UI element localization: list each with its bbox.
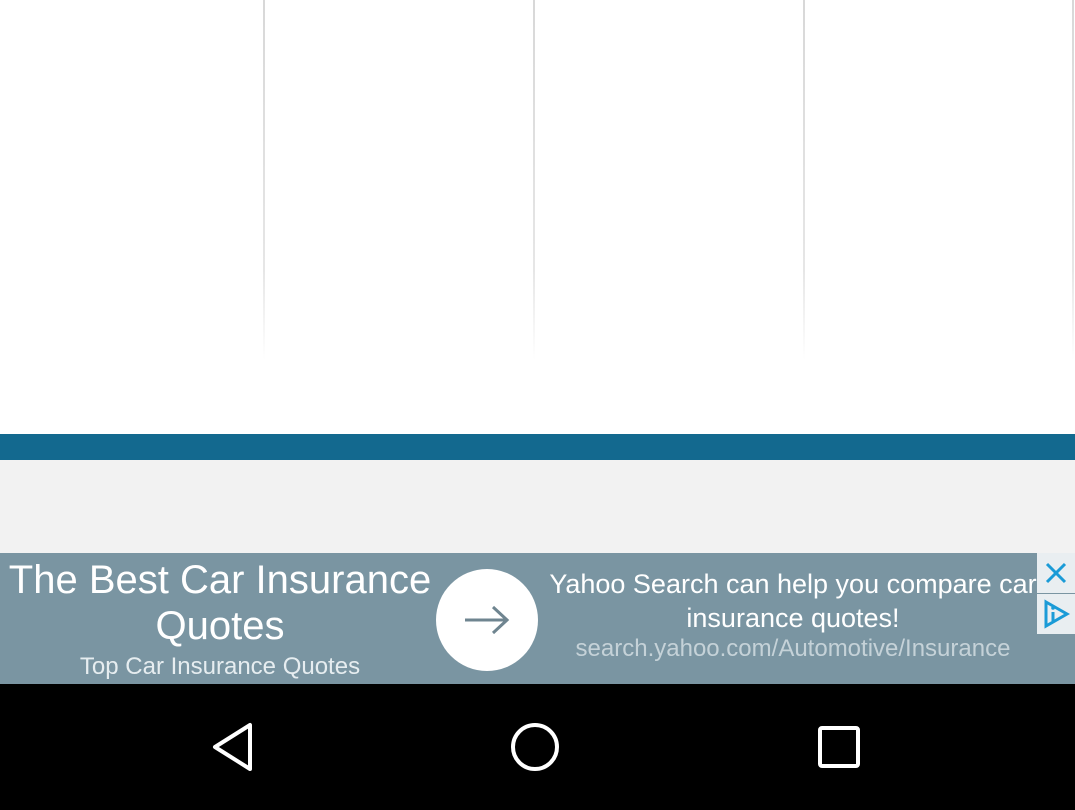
home-button[interactable] xyxy=(500,714,570,780)
adchoices-button[interactable] xyxy=(1037,594,1075,634)
column-divider xyxy=(1072,0,1074,360)
ad-description: Yahoo Search can help you compare car in… xyxy=(549,569,1037,633)
ad-close-button[interactable] xyxy=(1037,553,1075,593)
adchoices-icon xyxy=(1044,599,1070,629)
accent-bar xyxy=(0,434,1075,460)
ad-subtitle: Top Car Insurance Quotes xyxy=(79,653,361,680)
column-divider xyxy=(263,0,265,360)
ad-banner[interactable]: The Best Car Insurance Quotes Top Car In… xyxy=(0,553,1075,684)
ad-arrow-button[interactable] xyxy=(436,569,538,671)
arrow-right-icon xyxy=(465,605,510,635)
footer-area xyxy=(0,460,1075,553)
back-button[interactable] xyxy=(198,714,268,780)
back-triangle-icon xyxy=(213,723,252,771)
ad-title[interactable]: The Best Car Insurance Quotes xyxy=(0,557,440,649)
ad-url[interactable]: search.yahoo.com/Automotive/Insurance xyxy=(548,635,1038,663)
recents-button[interactable] xyxy=(804,714,874,780)
navigation-bar xyxy=(0,684,1075,810)
home-circle-icon xyxy=(511,723,559,771)
content-area xyxy=(0,0,1075,434)
ad-headline-block[interactable]: The Best Car Insurance Quotes Top Car In… xyxy=(0,553,440,684)
column-divider xyxy=(803,0,805,360)
ad-text-block[interactable]: Yahoo Search can help you compare car in… xyxy=(548,567,1038,663)
recents-square-icon xyxy=(818,726,860,768)
column-divider xyxy=(533,0,535,360)
close-icon xyxy=(1045,562,1067,584)
